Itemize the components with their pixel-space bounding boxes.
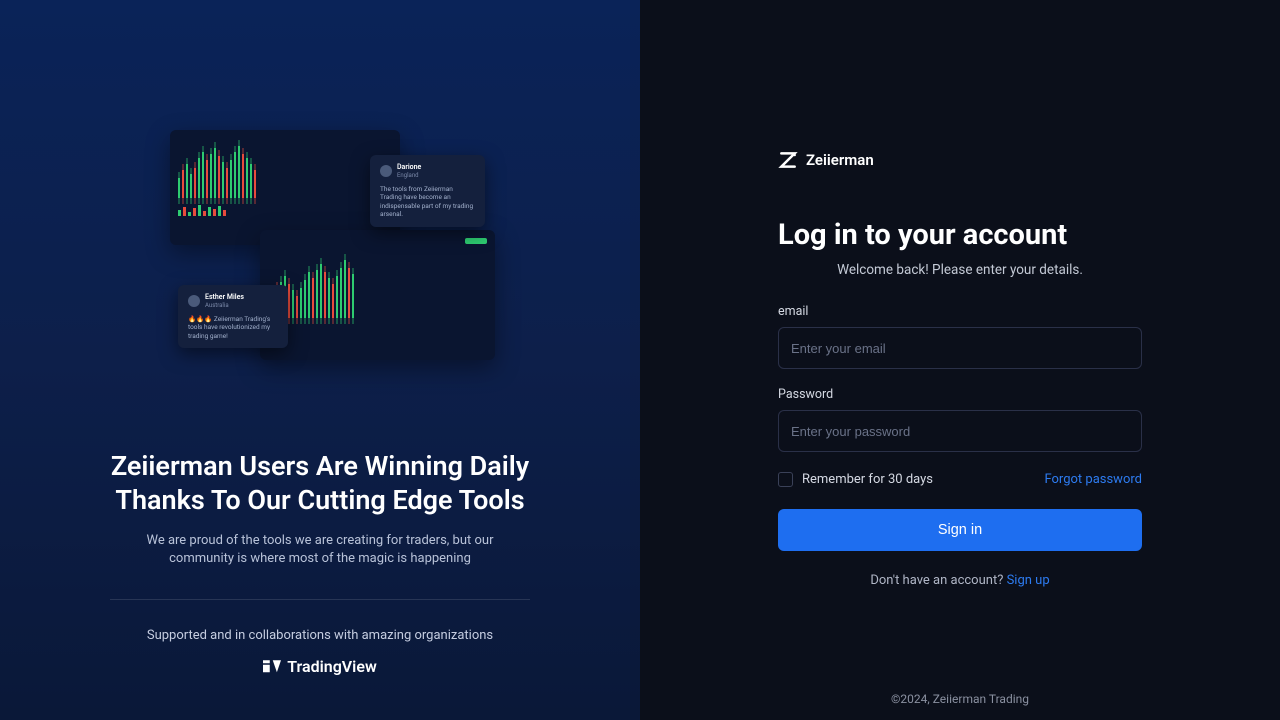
testimonial-text: 🔥🔥🔥 Zeiierman Trading's tools have revol… — [188, 315, 278, 340]
signup-link[interactable]: Sign up — [1007, 573, 1050, 588]
footer-copyright: ©2024, Zeiierman Trading — [891, 692, 1029, 706]
forgot-password-link[interactable]: Forgot password — [1044, 472, 1142, 487]
login-panel: Zeiierman Log in to your account Welcome… — [640, 0, 1280, 720]
remember-group[interactable]: Remember for 30 days — [778, 472, 933, 487]
chart-preview-1 — [170, 130, 400, 245]
tradingview-icon — [263, 660, 281, 674]
testimonial-location: Australia — [205, 302, 244, 310]
login-title: Log in to your account — [778, 218, 1142, 252]
testimonial-name: Esther Miles — [205, 293, 244, 302]
partner-name: TradingView — [287, 657, 377, 676]
email-label: email — [778, 304, 1142, 319]
remember-checkbox[interactable] — [778, 472, 793, 487]
avatar-icon — [188, 295, 200, 307]
remember-label: Remember for 30 days — [802, 472, 933, 487]
testimonial-card-1: Darione England The tools from Zeiierman… — [370, 155, 485, 227]
avatar-icon — [380, 165, 392, 177]
testimonial-text: The tools from Zeiierman Trading have be… — [380, 185, 475, 219]
marketing-headline: Zeiierman Users Are Winning Daily Thanks… — [100, 450, 540, 518]
marketing-panel: Darione England The tools from Zeiierman… — [0, 0, 640, 720]
marketing-subtext: We are proud of the tools we are creatin… — [115, 532, 525, 570]
brand: Zeiierman — [778, 150, 1142, 170]
password-field[interactable] — [778, 410, 1142, 452]
login-subtitle: Welcome back! Please enter your details. — [778, 262, 1142, 278]
brand-icon — [778, 150, 798, 170]
testimonial-name: Darione — [397, 163, 421, 172]
brand-name: Zeiierman — [806, 151, 874, 169]
supported-label: Supported and in collaborations with ama… — [147, 628, 493, 643]
testimonial-location: England — [397, 172, 421, 180]
signup-row: Don't have an account? Sign up — [778, 573, 1142, 588]
signin-button[interactable]: Sign in — [778, 509, 1142, 551]
hero-illustration: Darione England The tools from Zeiierman… — [140, 130, 500, 390]
divider — [110, 599, 530, 600]
tradingview-logo: TradingView — [263, 657, 377, 676]
testimonial-card-2: Esther Miles Australia 🔥🔥🔥 Zeiierman Tra… — [178, 285, 288, 348]
email-field[interactable] — [778, 327, 1142, 369]
password-label: Password — [778, 387, 1142, 402]
chart-preview-2 — [260, 230, 495, 360]
no-account-text: Don't have an account? — [870, 573, 1006, 588]
